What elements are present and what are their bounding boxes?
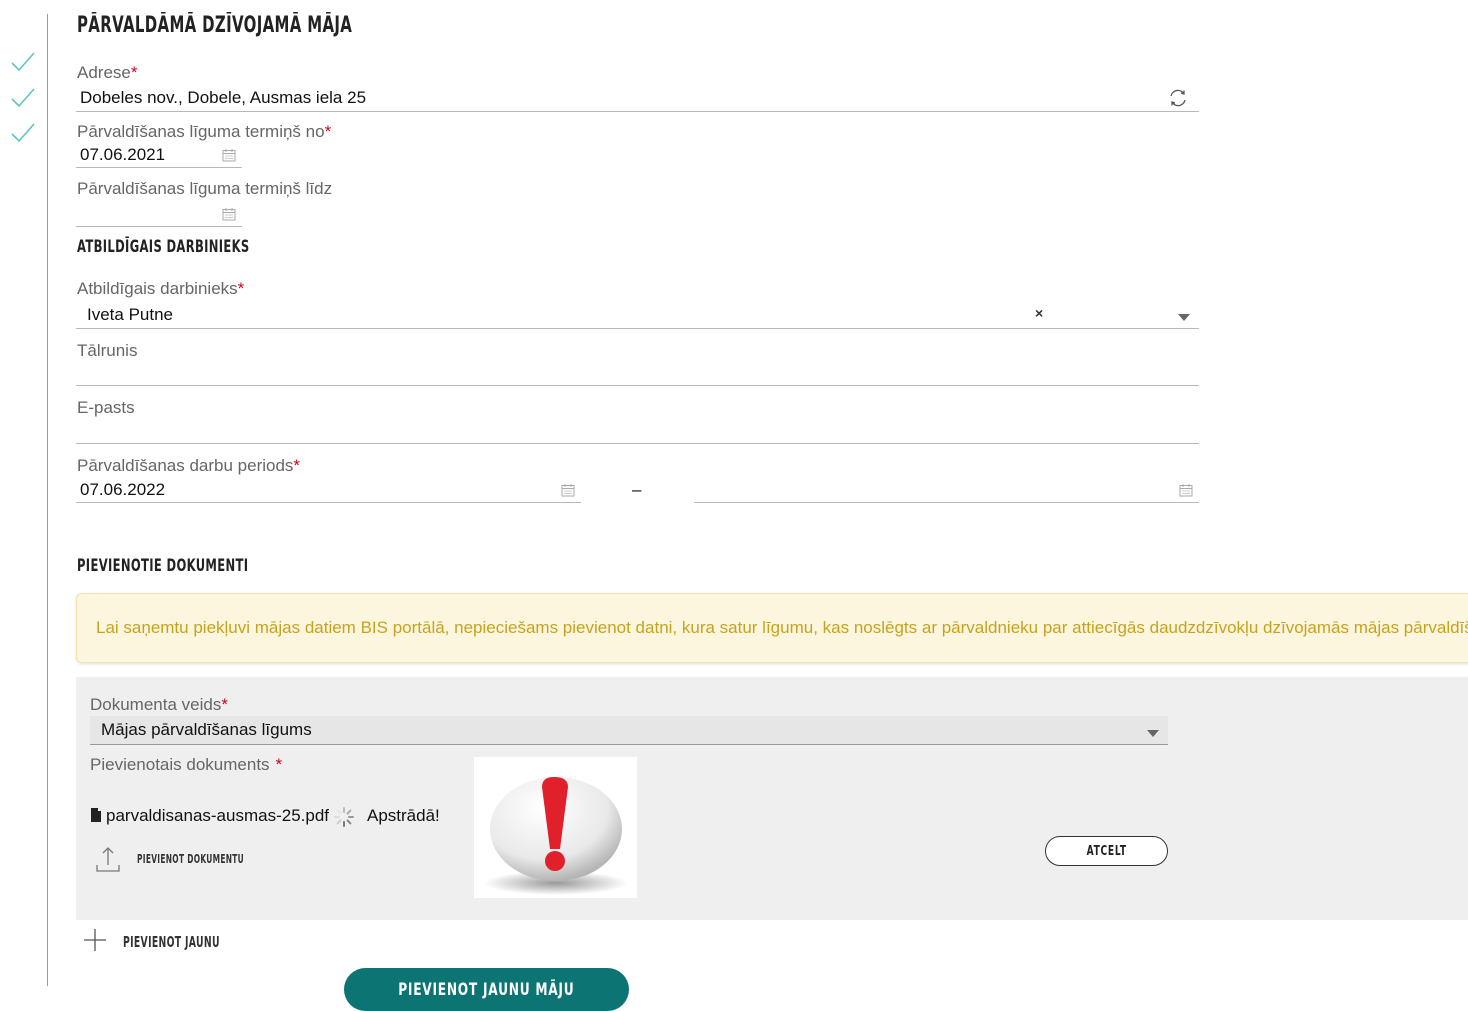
employee-underline: [76, 328, 1199, 329]
period-from-underline: [76, 502, 581, 503]
page-title: PĀRVALDĀMĀ DZĪVOJAMĀ MĀJA: [77, 13, 353, 38]
check-icon: [11, 52, 35, 72]
add-new-link[interactable]: PIEVIENOT JAUNU: [123, 933, 220, 951]
period-label: Pārvaldīšanas darbu periods*: [77, 456, 301, 475]
doc-type-value: Mājas pārvaldīšanas līgums: [101, 720, 312, 739]
period-to-input[interactable]: [697, 480, 1157, 500]
contract-from-underline: [76, 167, 242, 168]
period-to-underline: [694, 502, 1199, 503]
calendar-icon[interactable]: [222, 148, 236, 162]
contract-to-underline: [76, 226, 242, 227]
email-input[interactable]: [80, 420, 1180, 440]
employee-select[interactable]: Iveta Putne: [87, 305, 173, 325]
attached-doc-label: Pievienotais dokuments *: [90, 755, 283, 774]
email-label: E-pasts: [77, 398, 135, 417]
document-panel: [76, 677, 1468, 920]
address-label: Adrese*: [77, 63, 138, 82]
phone-label: Tālrunis: [77, 341, 138, 360]
period-separator: –: [632, 480, 642, 499]
cancel-button[interactable]: ATCELT: [1045, 836, 1168, 866]
check-icon: [11, 123, 35, 143]
chevron-down-icon[interactable]: [1147, 730, 1159, 737]
file-icon: [91, 808, 101, 822]
email-underline: [76, 443, 1199, 444]
calendar-icon[interactable]: [1179, 483, 1193, 497]
contract-to-label: Pārvaldīšanas līguma termiņš līdz: [77, 179, 333, 198]
upload-document-link[interactable]: PIEVIENOT DOKUMENTU: [137, 852, 244, 866]
contract-from-input[interactable]: 07.06.2021: [80, 145, 165, 165]
steps-divider: [47, 14, 48, 986]
processing-status: Apstrādā!: [367, 806, 440, 825]
spinner-icon: [334, 807, 354, 827]
calendar-icon[interactable]: [222, 207, 236, 221]
clear-selection-icon[interactable]: ×: [1035, 305, 1043, 321]
address-field[interactable]: Dobeles nov., Dobele, Ausmas iela 25: [80, 88, 366, 108]
responsible-section-title: ATBILDĪGAIS DARBINIEKS: [77, 237, 250, 257]
exclamation-icon: [484, 777, 628, 895]
doc-type-label: Dokumenta veids*: [90, 695, 228, 714]
employee-label: Atbildīgais darbinieks*: [77, 279, 245, 298]
plus-icon[interactable]: [84, 929, 106, 951]
address-underline: [76, 111, 1199, 112]
add-new-house-button[interactable]: PIEVIENOT JAUNU MĀJU: [344, 968, 629, 1011]
chevron-down-icon[interactable]: [1178, 314, 1190, 321]
documents-section-title: PIEVIENOTIE DOKUMENTI: [77, 556, 249, 576]
contract-from-label: Pārvaldīšanas līguma termiņš no*: [77, 122, 332, 141]
warning-image: [474, 757, 637, 898]
notice-text: Lai saņemtu piekļuvi mājas datiem BIS po…: [96, 618, 1468, 637]
check-icon: [11, 88, 35, 108]
refresh-icon[interactable]: [1167, 87, 1189, 109]
calendar-icon[interactable]: [561, 483, 575, 497]
contract-to-input[interactable]: [80, 203, 210, 223]
phone-underline: [76, 385, 1199, 386]
period-from-input[interactable]: 07.06.2022: [80, 480, 165, 500]
file-name[interactable]: parvaldisanas-ausmas-25.pdf: [106, 806, 329, 826]
upload-icon[interactable]: [96, 845, 120, 873]
phone-input[interactable]: [80, 362, 1180, 382]
